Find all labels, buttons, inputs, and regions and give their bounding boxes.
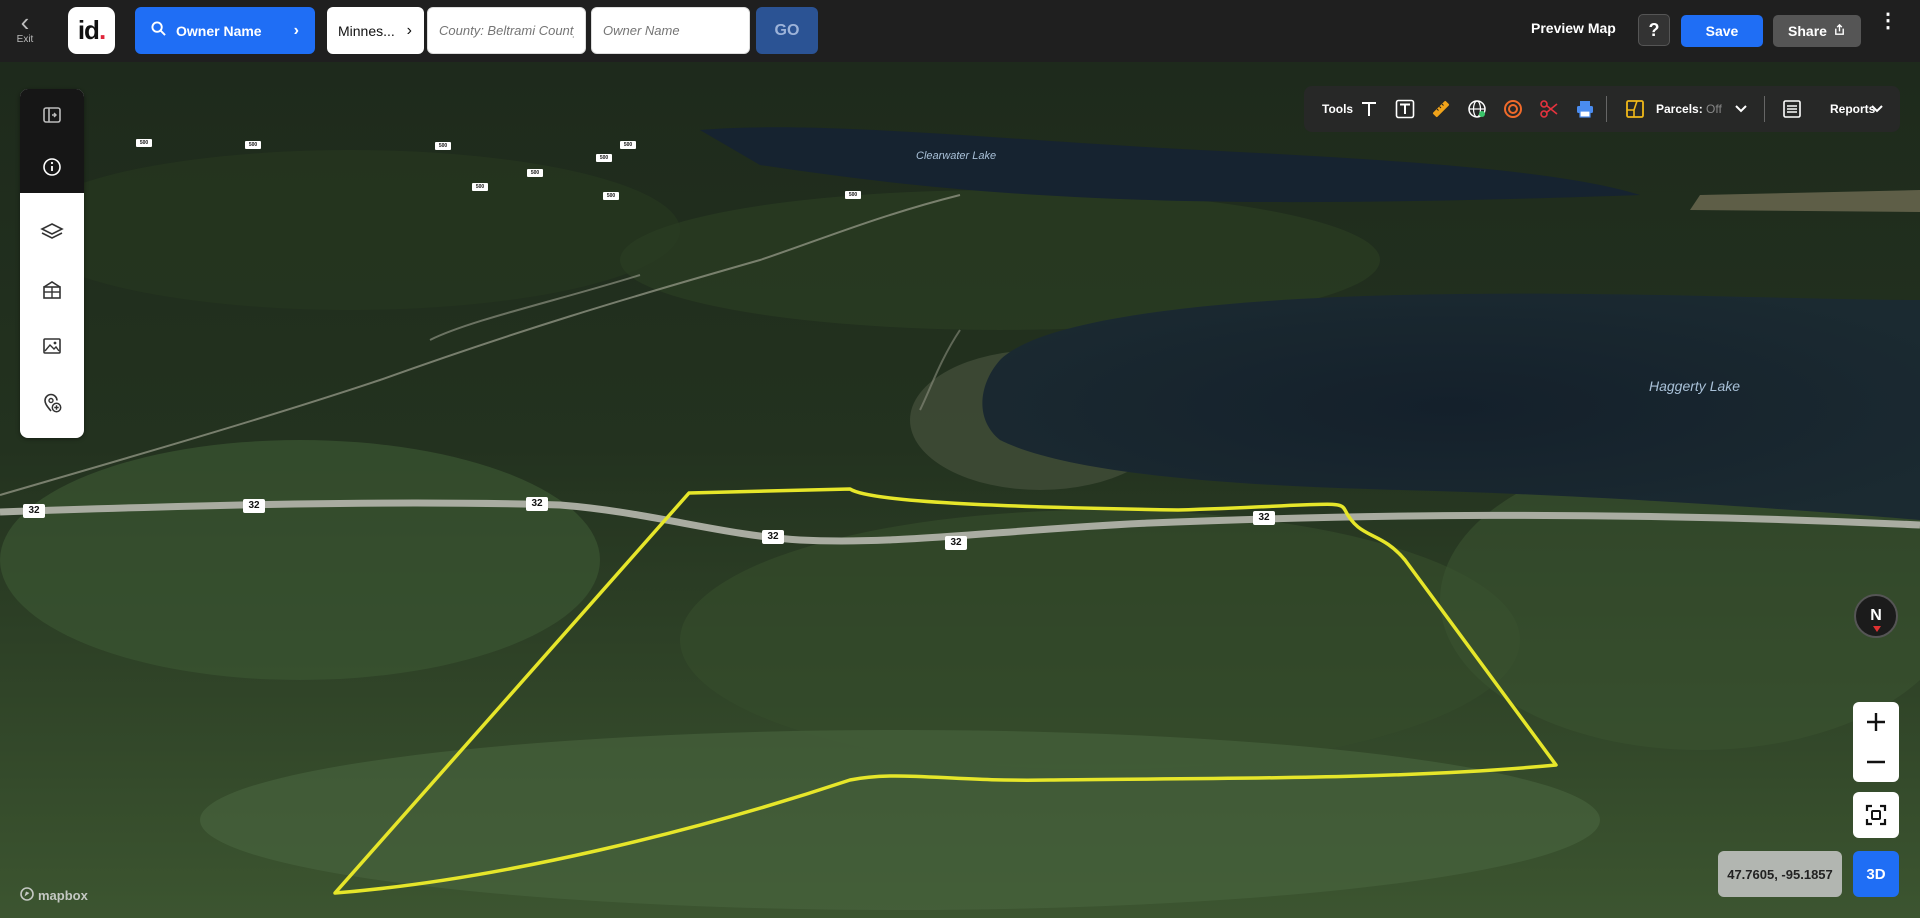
logo-dot: . xyxy=(98,15,106,45)
search-type-button[interactable]: Owner Name › xyxy=(135,7,315,54)
share-icon xyxy=(1833,23,1846,39)
mapbox-label: mapbox xyxy=(38,888,88,903)
road-shield: 500 xyxy=(845,191,861,199)
road-shield: 500 xyxy=(136,139,152,147)
buildings-icon[interactable] xyxy=(32,270,72,310)
road-shield: 32 xyxy=(945,536,967,550)
share-button[interactable]: Share xyxy=(1773,15,1861,47)
search-icon xyxy=(151,21,166,40)
text-box-icon[interactable] xyxy=(1394,98,1416,120)
divider xyxy=(1764,96,1765,122)
parcels-state: Off xyxy=(1706,102,1722,116)
road-shield: 32 xyxy=(1253,511,1275,525)
scissors-icon[interactable] xyxy=(1538,98,1560,120)
road-shield: 500 xyxy=(472,183,488,191)
road-shield: 32 xyxy=(23,504,45,518)
image-icon[interactable] xyxy=(32,326,72,366)
left-panel xyxy=(20,89,84,438)
road-shield: 500 xyxy=(596,154,612,162)
text-icon[interactable] xyxy=(1358,98,1380,120)
compass-label: N xyxy=(1870,607,1882,624)
mapbox-attribution[interactable]: mapbox xyxy=(20,887,88,904)
zoom-control xyxy=(1853,702,1899,782)
parcels-label: Parcels: xyxy=(1656,102,1703,116)
compass-needle-icon xyxy=(1873,626,1881,632)
haggerty-lake-label: Haggerty Lake xyxy=(1649,378,1741,394)
county-input[interactable] xyxy=(427,7,586,54)
add-location-icon[interactable] xyxy=(32,383,72,423)
preview-map-button[interactable]: Preview Map xyxy=(1531,20,1616,36)
coordinates-readout: 47.7605, -95.1857 xyxy=(1718,851,1842,897)
globe-icon[interactable] xyxy=(1466,98,1488,120)
road-shield: 32 xyxy=(243,499,265,513)
tools-label: Tools xyxy=(1322,102,1354,116)
road-shield: 32 xyxy=(526,497,548,511)
exit-label: Exit xyxy=(16,34,34,45)
map-canvas[interactable] xyxy=(0,62,1920,918)
radius-icon[interactable] xyxy=(1502,98,1524,120)
road-shield: 500 xyxy=(527,169,543,177)
parcels-icon[interactable] xyxy=(1624,98,1646,120)
more-options-icon[interactable]: ⋮ xyxy=(1878,11,1898,31)
road-shield: 32 xyxy=(762,530,784,544)
compass-button[interactable]: N xyxy=(1854,594,1898,638)
parcels-toggle[interactable]: Parcels: Off xyxy=(1656,102,1722,116)
exit-button[interactable]: ‹ Exit xyxy=(8,7,42,52)
info-icon[interactable] xyxy=(32,147,72,187)
collapse-panel-icon[interactable] xyxy=(32,95,72,135)
fit-bounds-button[interactable] xyxy=(1853,792,1899,838)
share-label: Share xyxy=(1788,23,1827,39)
toggle-3d-button[interactable]: 3D xyxy=(1853,851,1899,897)
road-shield: 500 xyxy=(603,192,619,200)
search-type-label: Owner Name xyxy=(176,22,262,39)
clearwater-lake-label: Clearwater Lake xyxy=(916,150,997,162)
zoom-out-button[interactable] xyxy=(1853,742,1899,782)
tools-bar: Tools Parcels: Off Reports xyxy=(1304,86,1900,132)
mapbox-logo-icon xyxy=(20,887,34,904)
go-button[interactable]: GO xyxy=(756,7,818,54)
owner-name-input[interactable] xyxy=(591,7,750,54)
state-selector[interactable]: Minnes... › xyxy=(327,7,424,54)
chevron-right-icon: › xyxy=(406,21,412,39)
chevron-down-icon[interactable] xyxy=(1730,98,1752,120)
help-button[interactable]: ? xyxy=(1638,14,1670,46)
chevron-down-icon[interactable] xyxy=(1866,98,1888,120)
logo: id. xyxy=(68,7,115,54)
top-bar: ‹ Exit id. Owner Name › Minnes... › GO P… xyxy=(0,0,1920,62)
chevron-left-icon: ‹ xyxy=(20,7,30,37)
road-shield: 500 xyxy=(245,141,261,149)
save-button[interactable]: Save xyxy=(1681,15,1763,47)
print-icon[interactable] xyxy=(1574,98,1596,120)
road-shield: 500 xyxy=(620,141,636,149)
road-shield: 500 xyxy=(435,142,451,150)
layers-icon[interactable] xyxy=(32,212,72,252)
divider xyxy=(1606,96,1607,122)
ruler-icon[interactable] xyxy=(1430,98,1452,120)
fit-bounds-icon xyxy=(1865,804,1887,826)
zoom-in-button[interactable] xyxy=(1853,702,1899,742)
state-label: Minnes... xyxy=(338,22,395,39)
chevron-right-icon: › xyxy=(293,21,299,39)
reports-icon[interactable] xyxy=(1781,98,1803,120)
logo-text: id xyxy=(77,15,100,45)
